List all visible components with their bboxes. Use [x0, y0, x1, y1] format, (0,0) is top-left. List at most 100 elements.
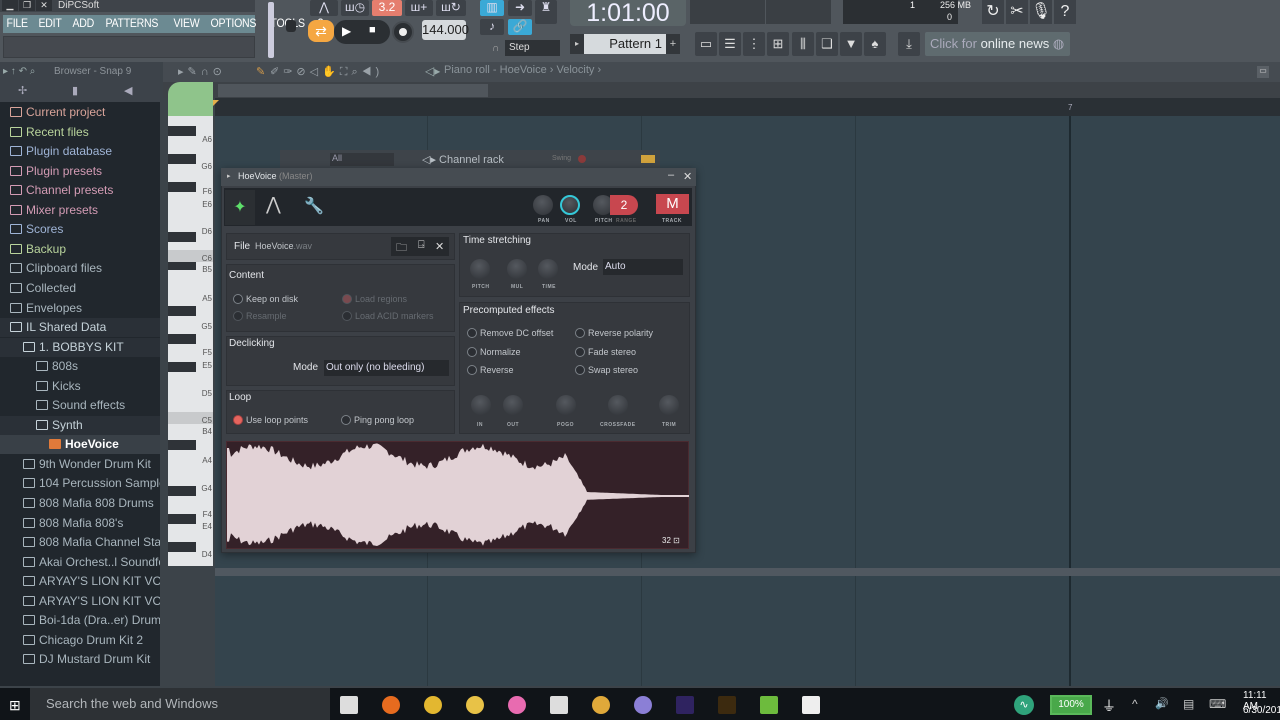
- camtasia-green-icon[interactable]: [760, 696, 778, 714]
- stretch-mode-select[interactable]: Auto: [603, 259, 683, 275]
- clock-date[interactable]: 6/30/2016: [1243, 705, 1280, 716]
- plugin-picker-icon[interactable]: ▼: [840, 32, 862, 56]
- browser-item[interactable]: Scores: [0, 220, 160, 239]
- browser-item[interactable]: Clipboard files: [0, 259, 160, 278]
- stop-button[interactable]: ■: [369, 24, 376, 36]
- start-button[interactable]: ⊞: [9, 697, 21, 714]
- black-key[interactable]: [168, 440, 196, 450]
- tempo-display[interactable]: 144.000: [422, 20, 469, 40]
- close-button[interactable]: ✕: [36, 0, 52, 11]
- browser-item[interactable]: Sound effects: [0, 396, 160, 415]
- browser-item[interactable]: ARYAY'S LION KIT VOL.1: [0, 572, 160, 591]
- black-key[interactable]: [168, 542, 196, 552]
- browser-item[interactable]: Backup: [0, 240, 160, 259]
- use-loop-points-radio[interactable]: [233, 415, 243, 425]
- remove-file-icon[interactable]: ✕: [435, 240, 444, 253]
- browser-item[interactable]: 808 Mafia 808's: [0, 514, 160, 533]
- piano-roll-menu-button[interactable]: [168, 82, 213, 116]
- black-key[interactable]: [168, 126, 196, 136]
- keep-on-disk-option[interactable]: Keep on disk: [233, 294, 298, 304]
- master-pitch-slider[interactable]: [286, 20, 296, 32]
- step-edit-button[interactable]: ш+: [405, 0, 433, 16]
- undo-history-icon[interactable]: ↻: [982, 0, 1004, 24]
- action-center-icon[interactable]: ▤: [1183, 697, 1194, 711]
- waveform-display[interactable]: [226, 441, 689, 549]
- normalize-option[interactable]: Normalize: [467, 347, 521, 357]
- pencil-tool-icon[interactable]: ✎: [256, 65, 265, 78]
- minimize-button[interactable]: ▁: [2, 0, 18, 11]
- resample-option[interactable]: Resample: [233, 311, 287, 321]
- remove-dc-offset-option[interactable]: Remove DC offset: [467, 328, 553, 338]
- master-volume-slider[interactable]: [268, 2, 274, 58]
- timeline-ruler[interactable]: [215, 98, 1280, 116]
- app-purple-icon[interactable]: [634, 696, 652, 714]
- browser-sort-icon[interactable]: ▮: [72, 84, 78, 97]
- piano-keyboard[interactable]: A6 G6 F6 E6 D6 C6 B5 A5 G5 F5 E5 D5 C5 B4 A4 G4 F4 E4 D4: [168, 116, 213, 566]
- black-key[interactable]: [168, 306, 196, 316]
- swap-stereo-radio[interactable]: [575, 365, 585, 375]
- play-button[interactable]: ▶: [342, 24, 351, 38]
- menu-edit[interactable]: EDIT: [35, 15, 65, 33]
- browser-icon[interactable]: ⊞: [767, 32, 789, 56]
- song-position-display[interactable]: 1:01:00: [570, 0, 686, 26]
- black-key[interactable]: [168, 486, 196, 496]
- minimize-plugin-button[interactable]: –: [668, 169, 674, 181]
- step-button-arrow[interactable]: ➜: [508, 0, 532, 16]
- pitch-range-value[interactable]: 2: [610, 195, 638, 215]
- keep-on-disk-radio[interactable]: [233, 294, 243, 304]
- playlist-icon[interactable]: ▭: [695, 32, 717, 56]
- browser-item[interactable]: 808 Mafia 808 Drums: [0, 494, 160, 513]
- edit-tools[interactable]: ✐✑⊘◁✋⛶⌕◀): [270, 65, 383, 79]
- metronome-button[interactable]: ⋀: [310, 0, 338, 16]
- wait-for-input-button[interactable]: ш◷: [341, 0, 369, 16]
- browser-item[interactable]: 808 Mafia Channel States: [0, 533, 160, 552]
- menu-add[interactable]: ADD: [69, 15, 98, 33]
- load-acid-markers-option[interactable]: Load ACID markers: [342, 311, 434, 321]
- browser-item[interactable]: HoeVoice: [0, 435, 160, 455]
- download-icon[interactable]: ⤓: [898, 32, 920, 56]
- browser-item[interactable]: Akai Orchest..l Soundfonts: [0, 553, 160, 572]
- open-folder-icon[interactable]: 🗀: [396, 239, 407, 258]
- black-key[interactable]: [168, 154, 196, 164]
- file-explorer-icon[interactable]: [466, 696, 484, 714]
- load-regions-radio[interactable]: [342, 294, 352, 304]
- browser-plugin-icon[interactable]: ◀: [124, 84, 132, 97]
- browser-item[interactable]: Synth: [0, 415, 160, 435]
- locate-file-icon[interactable]: ⍈: [418, 239, 425, 252]
- channel-filter[interactable]: All: [330, 153, 394, 166]
- black-key[interactable]: [168, 514, 196, 524]
- snap-selector[interactable]: Step: [505, 40, 560, 56]
- ping-pong-loop-radio[interactable]: [341, 415, 351, 425]
- use-loop-points-option[interactable]: Use loop points: [233, 415, 308, 425]
- browser-item[interactable]: Mixer presets: [0, 201, 160, 220]
- link-button[interactable]: 🔗: [508, 19, 532, 35]
- normalize-radio[interactable]: [467, 347, 477, 357]
- menu-file[interactable]: FILE: [3, 15, 31, 33]
- loop-record-button[interactable]: ш↻: [436, 0, 466, 16]
- playhead-marker[interactable]: [213, 100, 219, 106]
- browser-item[interactable]: Chicago Drum Kit 2: [0, 631, 160, 650]
- browser-item[interactable]: ARYAY'S LION KIT VOL.2: [0, 592, 160, 611]
- browser-nav-icons[interactable]: ▸ ↑ ↶ ⌕: [3, 66, 35, 77]
- declicking-mode-select[interactable]: Out only (no bleeding): [324, 360, 449, 376]
- out-knob[interactable]: [503, 395, 523, 415]
- browser-item[interactable]: 104 Percussion Samples: [0, 474, 160, 493]
- restore-button[interactable]: ❐: [19, 0, 35, 11]
- remove-dc-offset-radio[interactable]: [467, 328, 477, 338]
- envelope-tab-icon[interactable]: ⋀: [266, 194, 281, 215]
- fade-stereo-radio[interactable]: [575, 347, 585, 357]
- misc-tab-icon[interactable]: 🔧: [304, 196, 324, 216]
- camtasia-white-icon[interactable]: [802, 696, 820, 714]
- microphone-icon[interactable]: 🎙: [1030, 0, 1052, 24]
- menu-view[interactable]: VIEW: [170, 15, 203, 33]
- add-pattern-button[interactable]: +: [666, 34, 680, 54]
- online-news-button[interactable]: Click for online news ◍: [925, 32, 1070, 56]
- black-key[interactable]: [168, 232, 196, 242]
- reverse-polarity-option[interactable]: Reverse polarity: [575, 328, 653, 338]
- browser-item[interactable]: Plugin presets: [0, 162, 160, 181]
- event-editor-divider[interactable]: [215, 568, 1280, 576]
- project-info-icon[interactable]: ❑: [816, 32, 838, 56]
- typing-keyboard-button[interactable]: ▥: [480, 0, 504, 16]
- browser-item[interactable]: 808s: [0, 357, 160, 376]
- illustrator-icon[interactable]: [718, 696, 736, 714]
